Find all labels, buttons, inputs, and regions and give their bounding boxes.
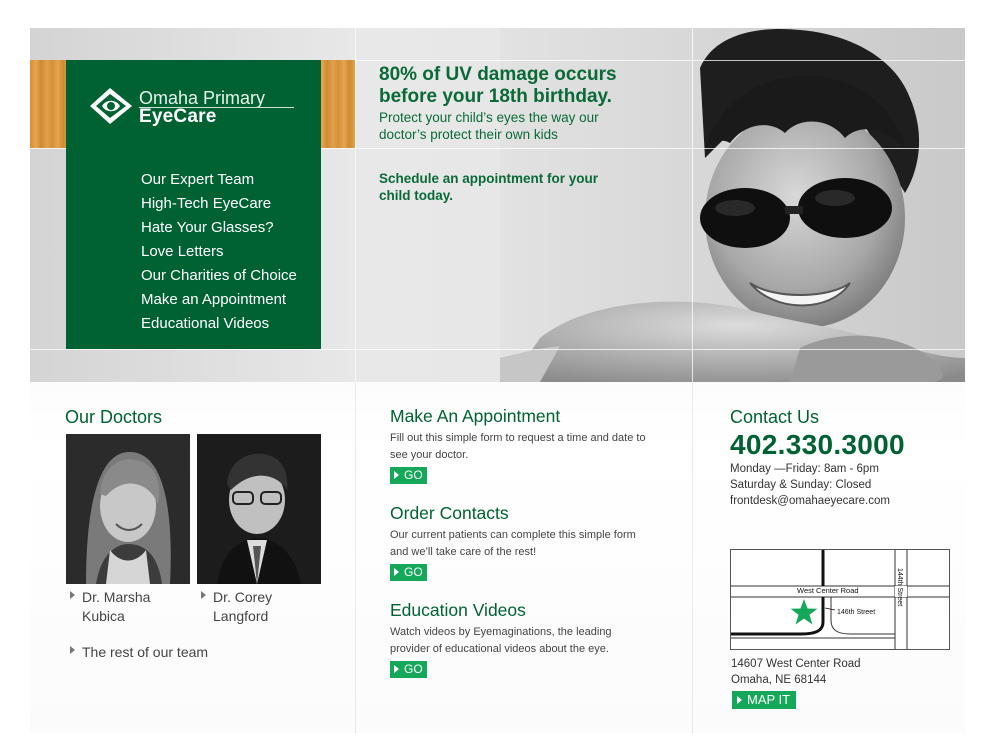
map-it-button[interactable]: MAP IT — [732, 691, 797, 709]
bullet-arrow-icon — [70, 646, 75, 654]
location-map[interactable]: West Center Road 146th Street 144th Stre… — [730, 549, 950, 650]
doctor-name-line1: Dr. Corey — [213, 589, 273, 605]
doctor-name-line2: Kubica — [82, 608, 125, 624]
bullet-arrow-icon — [201, 591, 206, 599]
address-line2: Omaha, NE 68144 — [731, 674, 827, 686]
nav-item-hate-your-glasses[interactable]: Hate Your Glasses? — [141, 216, 321, 240]
service-description: Fill out this simple form to request a t… — [390, 432, 646, 461]
service-title[interactable]: Order Contacts — [390, 503, 650, 524]
doctor-name-corey[interactable]: Dr. Corey Langford — [213, 588, 272, 626]
nav-item-make-appointment[interactable]: Make an Appointment — [141, 288, 321, 312]
map-it-label: MAP IT — [747, 692, 791, 707]
hero-subline: Protect your child’s eyes the way our do… — [379, 110, 599, 142]
map-graphic: West Center Road 146th Street 144th Stre… — [731, 550, 949, 649]
hours-weekend: Saturday & Sunday: Closed — [730, 479, 872, 491]
grid-line — [30, 349, 965, 350]
doctor-portrait-icon — [197, 434, 321, 584]
email-link[interactable]: frontdesk@omahaeyecare.com — [730, 493, 960, 509]
rest-of-team-link[interactable]: The rest of our team — [82, 643, 208, 662]
service-title[interactable]: Education Videos — [390, 600, 650, 621]
logo-wood-panel: Omaha Primary EyeCare — [30, 60, 355, 148]
doctor-portrait-icon — [66, 434, 190, 584]
nav-item-love-letters[interactable]: Love Letters — [141, 240, 321, 264]
hours-weekday: Monday —Friday: 8am - 6pm — [730, 463, 879, 475]
eye-logo-icon — [90, 88, 132, 124]
go-button-label: GO — [404, 468, 423, 482]
service-education-videos: Education Videos Watch videos by Eyemagi… — [390, 600, 650, 678]
grid-line — [692, 382, 693, 733]
go-button[interactable]: GO — [390, 661, 427, 678]
nav-item-educational-videos[interactable]: Educational Videos — [141, 312, 321, 336]
service-title[interactable]: Make An Appointment — [390, 406, 650, 427]
hero-schedule-text[interactable]: Schedule an appointment for your child t… — [379, 170, 619, 204]
main-nav: Our Expert Team High-Tech EyeCare Hate Y… — [66, 148, 321, 349]
grid-line — [355, 382, 356, 733]
doctors-title: Our Doctors — [65, 407, 163, 427]
grid-line — [692, 28, 693, 382]
logo[interactable]: Omaha Primary EyeCare — [66, 60, 321, 148]
map-road-label: West Center Road — [797, 586, 859, 595]
go-button-label: GO — [404, 662, 423, 676]
hero-headline: 80% of UV damage occurs before your 18th… — [379, 64, 617, 107]
hero-banner: Omaha Primary EyeCare Our Expert Team Hi… — [30, 28, 965, 382]
nav-item-our-expert-team[interactable]: Our Expert Team — [141, 168, 321, 192]
contact-title: Contact Us — [730, 407, 820, 427]
doctors-section: Our Doctors — [65, 407, 162, 428]
doctor-name-marsha[interactable]: Dr. Marsha Kubica — [82, 588, 150, 626]
doctor-photo-marsha[interactable] — [66, 434, 190, 584]
service-make-appointment: Make An Appointment Fill out this simple… — [390, 406, 650, 484]
service-description: Watch videos by Eyemaginations, the lead… — [390, 626, 612, 655]
arrow-right-icon — [394, 471, 399, 479]
hero-headline-block: 80% of UV damage occurs before your 18th… — [379, 64, 679, 143]
phone-number[interactable]: 402.330.3000 — [730, 429, 960, 461]
grid-line — [355, 28, 356, 382]
nav-item-high-tech-eyecare[interactable]: High-Tech EyeCare — [141, 192, 321, 216]
logo-name-line2: EyeCare — [139, 106, 217, 127]
address: 14607 West Center Road Omaha, NE 68144 — [731, 656, 861, 688]
arrow-right-icon — [394, 568, 399, 576]
doctor-photo-corey[interactable] — [197, 434, 321, 584]
page: Omaha Primary EyeCare Our Expert Team Hi… — [30, 28, 965, 733]
contact-section: Contact Us 402.330.3000 Monday —Friday: … — [730, 407, 960, 509]
map-road-label: 144th Street — [896, 568, 903, 606]
bullet-arrow-icon — [70, 591, 75, 599]
arrow-right-icon — [394, 665, 399, 673]
arrow-right-icon — [737, 696, 742, 704]
go-button[interactable]: GO — [390, 467, 427, 484]
address-line1: 14607 West Center Road — [731, 658, 861, 670]
go-button-label: GO — [404, 565, 423, 579]
service-description: Our current patients can complete this s… — [390, 529, 636, 558]
nav-item-our-charities[interactable]: Our Charities of Choice — [141, 264, 321, 288]
doctor-name-line1: Dr. Marsha — [82, 589, 151, 605]
map-road-label: 146th Street — [837, 609, 875, 616]
go-button[interactable]: GO — [390, 564, 427, 581]
doctor-name-line2: Langford — [213, 608, 269, 624]
service-order-contacts: Order Contacts Our current patients can … — [390, 503, 650, 581]
